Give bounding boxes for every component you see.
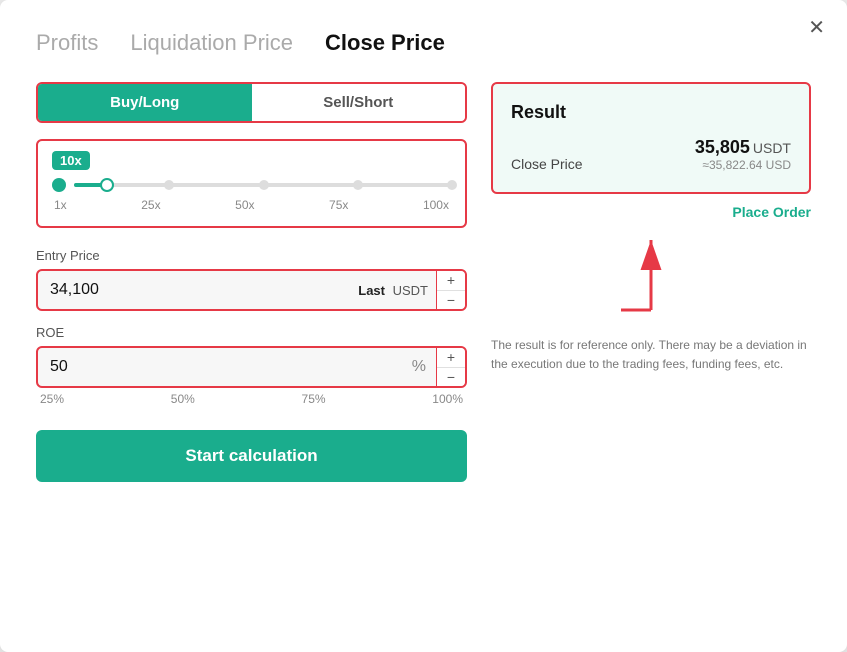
close-price-approx: ≈35,822.64 USD [695,158,791,172]
place-order-link[interactable]: Place Order [491,204,811,220]
leverage-label-50x: 50x [235,198,254,212]
last-label: Last [358,283,385,298]
leverage-slider-row [52,178,451,192]
slider-track[interactable] [74,183,451,187]
disclaimer-text: The result is for reference only. There … [491,336,811,374]
entry-stepper: + − [436,271,465,309]
leverage-labels: 1x 25x 50x 75x 100x [52,198,451,212]
roe-field: % + − [36,346,467,388]
right-panel: Result Close Price 35,805USDT ≈35,822.64… [491,82,811,482]
slider-start-dot [52,178,66,192]
roe-75: 75% [302,392,326,406]
roe-100: 100% [432,392,463,406]
buy-sell-toggle: Buy/Long Sell/Short [36,82,467,123]
leverage-badge: 10x [52,151,90,170]
tab-liquidation[interactable]: Liquidation Price [130,30,293,58]
tab-profits[interactable]: Profits [36,30,98,58]
roe-minus[interactable]: − [437,368,465,387]
leverage-label-100x: 100x [423,198,449,212]
leverage-label-25x: 25x [141,198,160,212]
leverage-label-75x: 75x [329,198,348,212]
slider-dot-100 [447,180,457,190]
result-box: Result Close Price 35,805USDT ≈35,822.64… [491,82,811,194]
left-panel: Buy/Long Sell/Short 10x [36,82,467,482]
content-area: Buy/Long Sell/Short 10x [36,82,811,482]
close-button[interactable]: ✕ [808,18,825,38]
roe-pct-suffix: % [402,348,436,386]
entry-price-label: Entry Price [36,248,467,263]
result-row: Close Price 35,805USDT ≈35,822.64 USD [511,137,791,172]
entry-price-suffix: Last USDT [350,271,436,309]
slider-dot-25 [164,180,174,190]
close-price-value-group: 35,805USDT ≈35,822.64 USD [695,137,791,172]
result-title: Result [511,102,791,123]
roe-stepper: + − [436,348,465,386]
roe-25: 25% [40,392,64,406]
roe-label: ROE [36,325,467,340]
leverage-label-1x: 1x [54,198,67,212]
close-price-unit: USDT [753,140,791,156]
sell-short-button[interactable]: Sell/Short [252,84,466,121]
buy-long-button[interactable]: Buy/Long [38,84,252,121]
entry-price-minus[interactable]: − [437,291,465,310]
right-inner: Result Close Price 35,805USDT ≈35,822.64… [491,82,811,374]
slider-thumb[interactable] [100,178,114,192]
usdt-label: USDT [389,283,428,298]
slider-dot-75 [353,180,363,190]
slider-dot-50 [259,180,269,190]
arrow-area [491,220,811,320]
close-price-key: Close Price [511,156,583,172]
tab-close-price[interactable]: Close Price [325,30,445,58]
start-calculation-button[interactable]: Start calculation [36,430,467,482]
entry-price-field: Last USDT + − [36,269,467,311]
arrow-icon [611,220,691,320]
entry-price-plus[interactable]: + [437,271,465,291]
entry-price-input[interactable] [38,271,350,309]
roe-labels: 25% 50% 75% 100% [36,392,467,406]
modal-container: ✕ Profits Liquidation Price Close Price … [0,0,847,652]
roe-50: 50% [171,392,195,406]
tab-bar: Profits Liquidation Price Close Price [36,30,811,58]
leverage-section: 10x 1x 25x 50x [36,139,467,228]
close-price-main: 35,805 [695,137,750,157]
roe-input[interactable] [38,348,402,386]
roe-plus[interactable]: + [437,348,465,368]
